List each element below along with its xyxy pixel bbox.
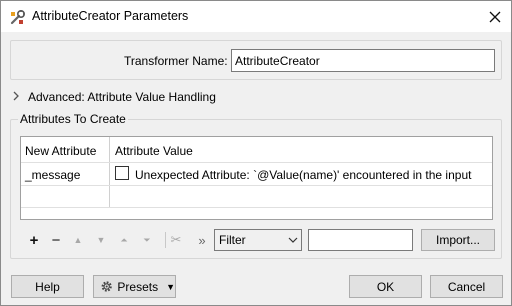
gear-icon [101,281,112,292]
chevron-down-icon [288,237,298,243]
ok-button-label: OK [376,279,395,294]
close-icon [489,11,501,23]
plus-icon: + [29,231,39,249]
advanced-section-label: Advanced: Attribute Value Handling [28,90,216,104]
caret-down-icon: ▼ [166,281,175,292]
cancel-button[interactable]: Cancel [430,275,503,298]
filter-text-input[interactable] [308,229,413,251]
attributes-table: New Attribute Attribute Value _message U… [20,136,493,220]
column-separator [109,137,110,207]
header-divider [21,162,492,163]
minus-icon: − [51,231,61,249]
transformer-name-panel: Transformer Name: [10,40,502,80]
advanced-section-toggle[interactable]: Advanced: Attribute Value Handling [11,89,216,105]
move-to-top-button[interactable]: ⏶ [115,229,133,251]
chevron-right-icon [11,90,25,104]
filter-selected-value: Filter [219,233,246,247]
table-toolbar: + − ▲ ▼ ⏶ ⏷ ✂ » Filter Import... [21,229,496,251]
help-button-label: Help [35,279,60,294]
more-options-button[interactable]: » [193,229,211,251]
table-cell-attribute-value[interactable]: Unexpected Attribute: `@Value(name)' enc… [135,168,471,182]
row-divider [21,207,492,208]
scissors-icon: ✂ [170,232,182,247]
cancel-button-label: Cancel [447,279,486,294]
transformer-name-label: Transformer Name: [124,54,228,68]
row-divider [21,185,492,186]
window-title: AttributeCreator Parameters [32,9,189,23]
filter-dropdown[interactable]: Filter [214,229,302,251]
presets-button-label: Presets [117,279,159,294]
move-bottom-icon: ⏷ [143,234,151,245]
move-down-button[interactable]: ▼ [92,229,110,251]
table-cell-attribute-name[interactable]: _message [25,168,80,182]
move-top-icon: ⏶ [120,234,128,245]
transformer-name-input[interactable] [231,49,495,72]
attributes-group-title: Attributes To Create [18,112,128,126]
column-header-new-attribute[interactable]: New Attribute [25,144,96,158]
toolbar-separator [165,232,166,248]
column-header-attribute-value[interactable]: Attribute Value [115,144,193,158]
title-bar: AttributeCreator Parameters [1,1,511,32]
parameters-dialog: AttributeCreator Parameters Transformer … [0,0,512,306]
presets-button[interactable]: Presets ▼ [93,275,176,298]
add-row-button[interactable]: + [25,229,43,251]
row-checkbox[interactable] [115,166,129,180]
move-up-button[interactable]: ▲ [69,229,87,251]
close-button[interactable] [481,5,509,29]
double-chevron-icon: » [198,232,206,248]
arrow-down-icon: ▼ [96,235,106,245]
ok-button[interactable]: OK [349,275,422,298]
help-button[interactable]: Help [11,275,84,298]
remove-row-button[interactable]: − [47,229,65,251]
import-button-label: Import... [435,233,480,247]
cut-button[interactable]: ✂ [167,229,185,251]
import-button[interactable]: Import... [421,229,495,251]
transformer-wrench-icon [9,8,27,26]
arrow-up-icon: ▲ [73,235,83,245]
move-to-bottom-button[interactable]: ⏷ [138,229,156,251]
